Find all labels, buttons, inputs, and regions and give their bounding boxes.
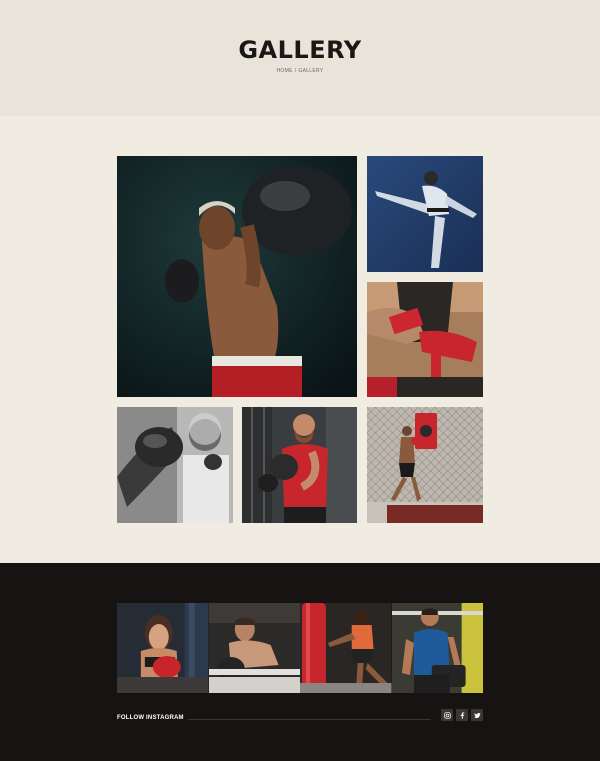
instagram-photo[interactable] xyxy=(117,603,209,693)
gallery-image-boxer[interactable] xyxy=(117,156,357,397)
breadcrumb: HOME / GALLERY xyxy=(0,68,600,74)
follow-instagram-label: FOLLOW INSTAGRAM xyxy=(117,715,184,721)
gallery-image-trainer[interactable] xyxy=(242,407,357,523)
facebook-icon[interactable] xyxy=(456,709,468,721)
instagram-photo[interactable] xyxy=(391,603,483,693)
page-header: GALLERY HOME / GALLERY xyxy=(0,0,600,116)
breadcrumb-current: GALLERY xyxy=(298,68,324,74)
breadcrumb-home-link[interactable]: HOME xyxy=(277,68,293,74)
gallery-image-cage[interactable] xyxy=(367,407,483,523)
instagram-feed xyxy=(117,603,483,693)
gallery-image-handwraps[interactable] xyxy=(367,282,483,397)
gallery-image-kid-boxing[interactable] xyxy=(117,407,233,523)
gallery-image-karate[interactable] xyxy=(367,156,483,272)
instagram-photo[interactable] xyxy=(300,603,392,693)
site-footer: FOLLOW INSTAGRAM xyxy=(0,563,600,761)
divider xyxy=(188,719,431,720)
breadcrumb-separator: / xyxy=(294,68,297,74)
instagram-icon[interactable] xyxy=(441,709,453,721)
twitter-icon[interactable] xyxy=(471,709,483,721)
gallery-grid xyxy=(0,116,600,563)
page-title: GALLERY xyxy=(238,36,362,64)
instagram-photo[interactable] xyxy=(208,603,300,693)
